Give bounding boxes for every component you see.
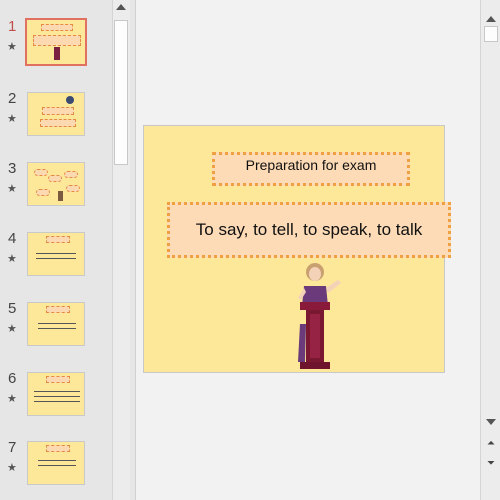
arrow-down-icon[interactable]	[486, 419, 496, 425]
thumbnail-slide-3[interactable]: 3 ★	[0, 160, 112, 218]
star-icon: ★	[7, 323, 17, 335]
slide-number: 5	[8, 300, 17, 317]
slide-thumbnail-image[interactable]	[27, 302, 85, 346]
star-icon: ★	[7, 393, 17, 405]
star-icon: ★	[7, 183, 17, 195]
slide-title-box[interactable]: Preparation for exam	[212, 152, 410, 186]
slide-subtitle: To say, to tell, to speak, to talk	[195, 220, 423, 239]
scrollbar-thumb[interactable]	[484, 26, 498, 42]
slide-thumbnail-image[interactable]	[27, 372, 85, 416]
slide-number: 7	[8, 439, 17, 456]
thumbnail-slide-1[interactable]: 1 ★	[0, 18, 112, 76]
thumbnail-scrollbar[interactable]	[112, 0, 130, 500]
arrow-up-icon[interactable]	[116, 4, 126, 10]
editor-scrollbar[interactable]: ⏶ ⏷	[480, 0, 500, 500]
speaker-at-podium-image[interactable]	[294, 262, 354, 370]
slide-thumbnail-image[interactable]	[27, 232, 85, 276]
slide-thumbnail-image[interactable]	[25, 18, 87, 66]
slide-number: 1	[8, 18, 17, 35]
thumbnail-slide-6[interactable]: 6 ★	[0, 370, 112, 428]
double-chevron-down-icon[interactable]: ⏷	[485, 458, 497, 470]
star-icon: ★	[7, 41, 17, 53]
thumbnail-slide-2[interactable]: 2 ★	[0, 90, 112, 148]
slide-subtitle-box[interactable]: To say, to tell, to speak, to talk	[167, 202, 451, 258]
slide-title: Preparation for exam	[245, 157, 377, 173]
star-icon: ★	[7, 253, 17, 265]
slide-number: 4	[8, 230, 17, 247]
slide-thumbnails-pane: 1 ★ 2 ★ 3 ★ 4 ★ 5 ★ 6 ★ 7 ★	[0, 0, 112, 500]
double-chevron-up-icon[interactable]: ⏶	[485, 438, 497, 450]
star-icon: ★	[7, 113, 17, 125]
slide-number: 3	[8, 160, 17, 177]
slide-number: 2	[8, 90, 17, 107]
scrollbar-thumb[interactable]	[114, 20, 128, 165]
thumbnail-slide-4[interactable]: 4 ★	[0, 230, 112, 288]
slide-number: 6	[8, 370, 17, 387]
current-slide[interactable]: Preparation for exam To say, to tell, to…	[143, 125, 451, 373]
star-icon: ★	[7, 462, 17, 474]
slide-thumbnail-image[interactable]	[27, 441, 85, 485]
thumbnail-slide-7[interactable]: 7 ★	[0, 439, 112, 497]
arrow-up-icon[interactable]	[486, 16, 496, 22]
thumbnail-slide-5[interactable]: 5 ★	[0, 300, 112, 358]
slide-thumbnail-image[interactable]	[27, 162, 85, 206]
slide-thumbnail-image[interactable]	[27, 92, 85, 136]
